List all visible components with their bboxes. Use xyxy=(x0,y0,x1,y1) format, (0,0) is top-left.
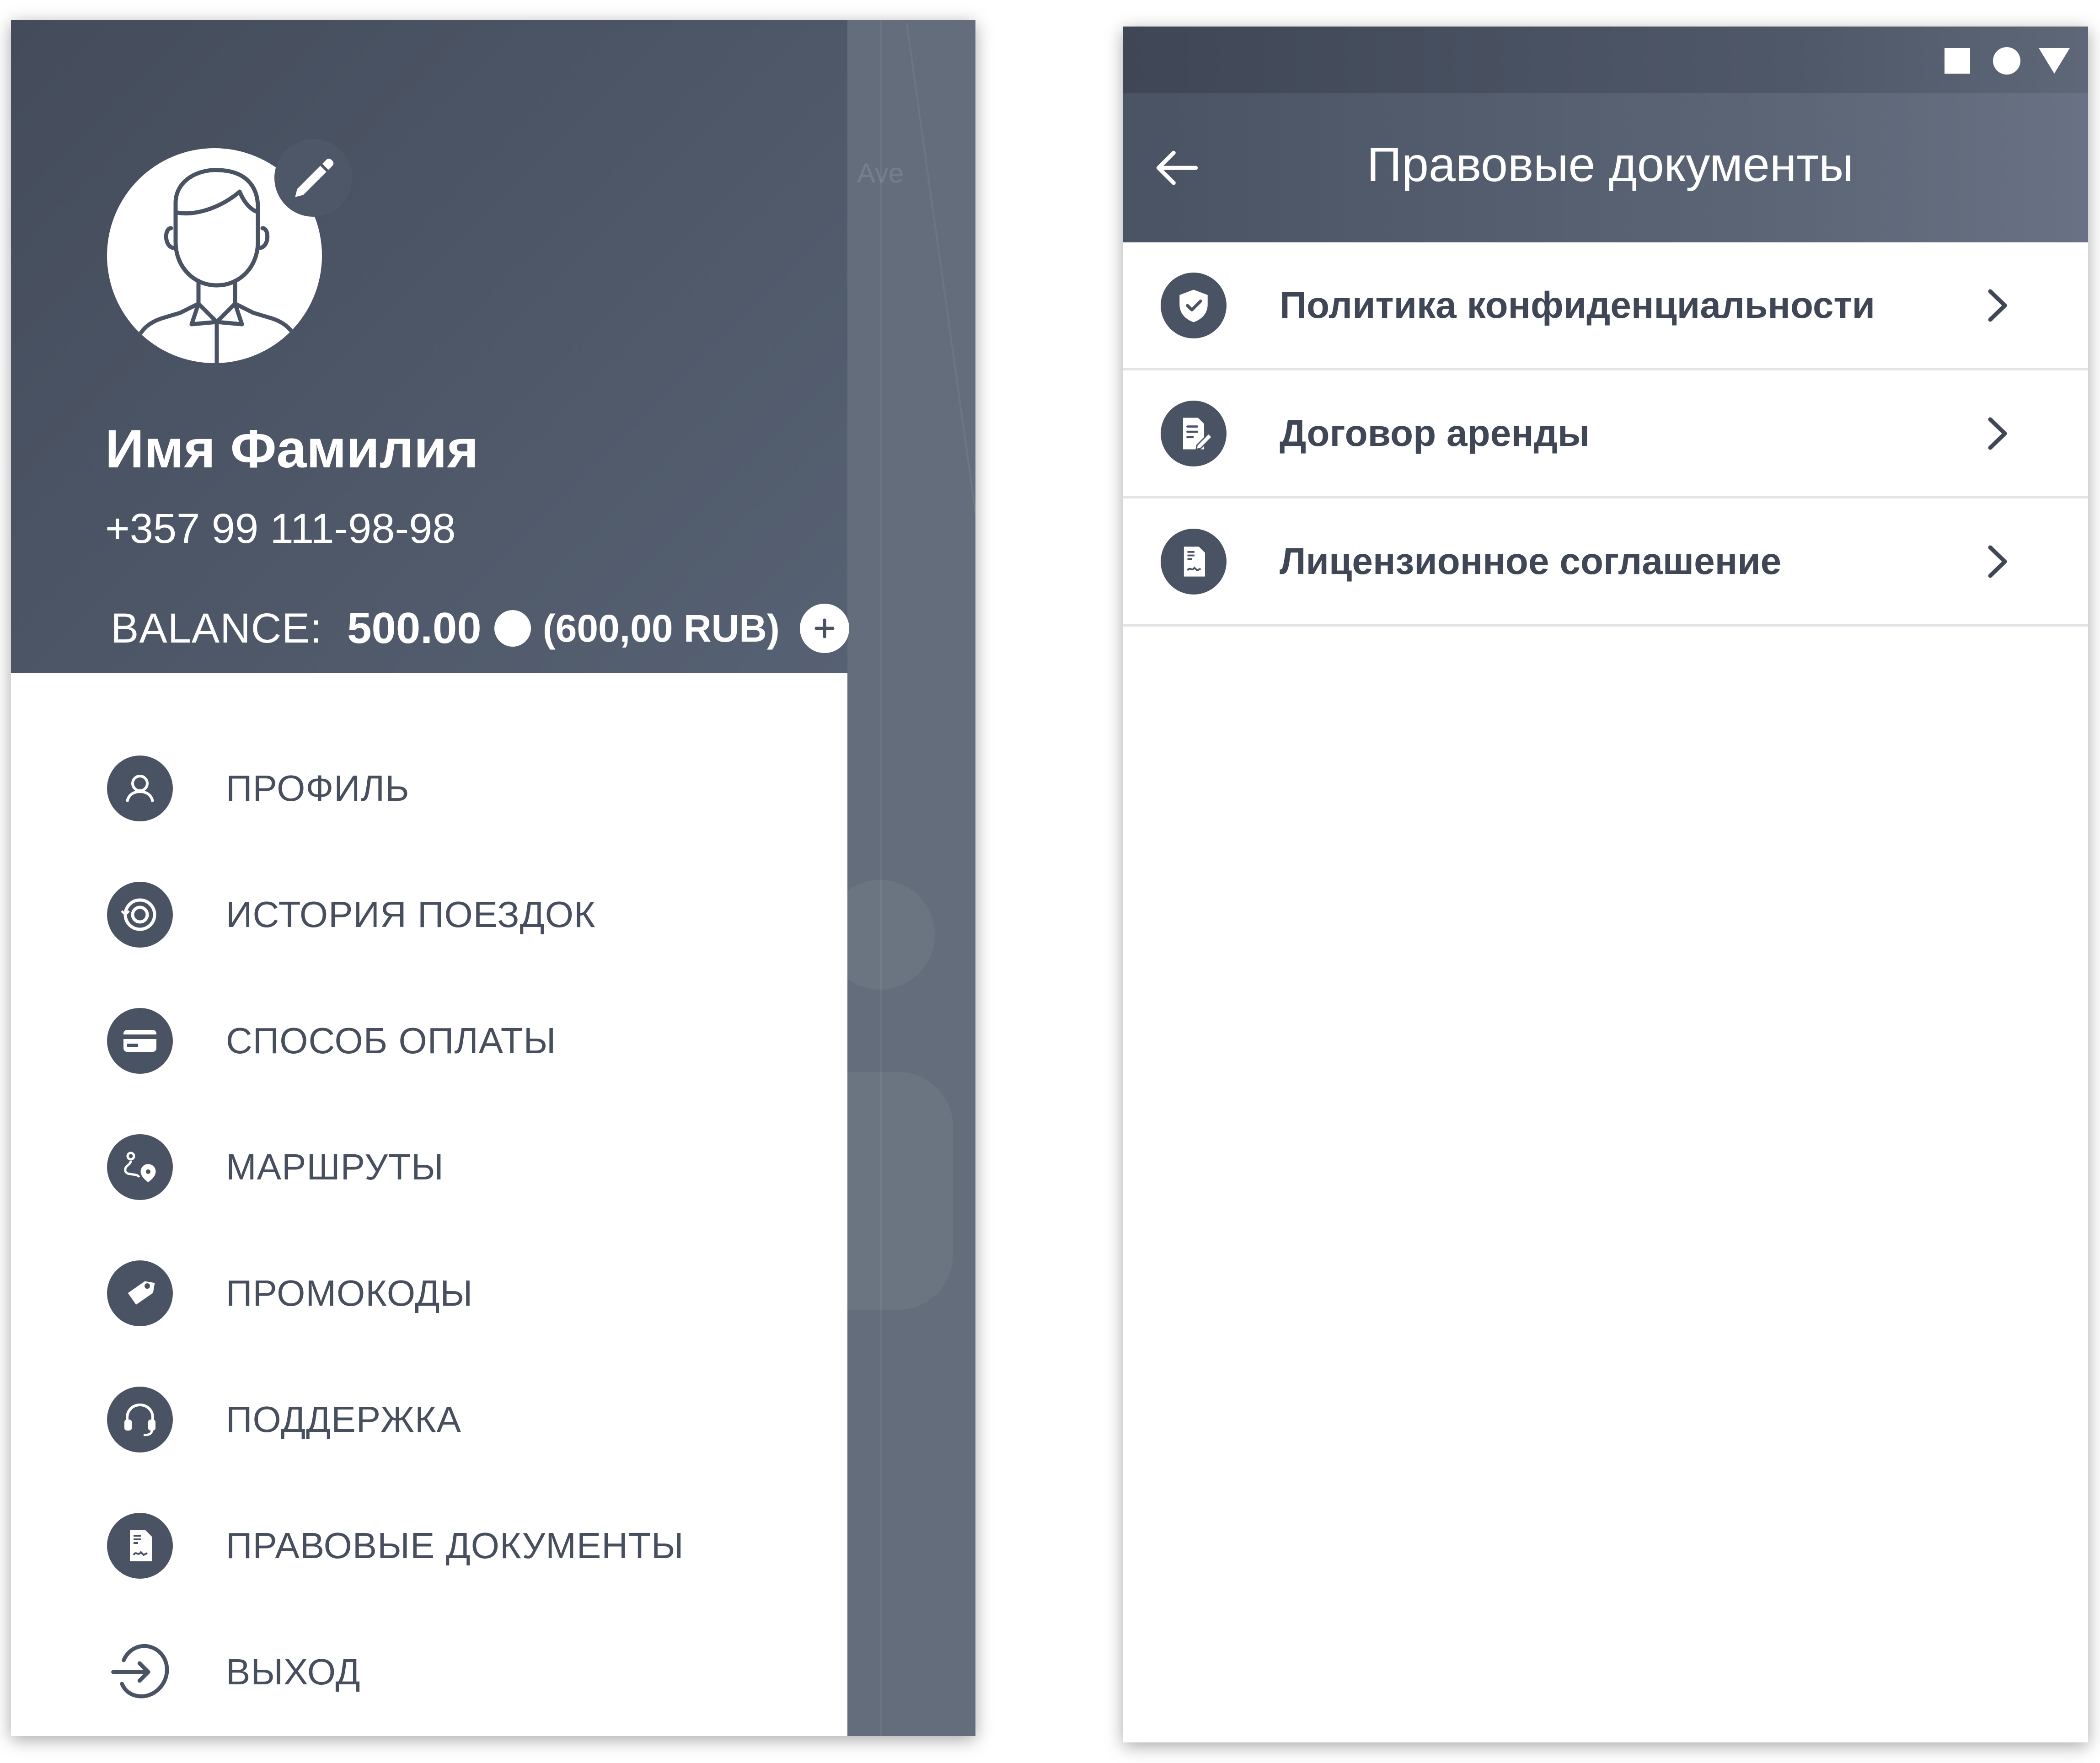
history-icon xyxy=(107,882,173,948)
route-icon xyxy=(107,1134,173,1200)
user-phone: +357 99 111-98-98 xyxy=(105,505,456,552)
pencil-icon xyxy=(295,158,334,197)
menu-item-promocodes[interactable]: ПРОМОКОДЫ xyxy=(107,1248,793,1339)
main-menu-screen: Ave Имя Фамилия +357 99 111-98-98 BALANC… xyxy=(11,20,975,1736)
menu-label-logout: ВЫХОД xyxy=(226,1651,361,1692)
status-square-icon xyxy=(1945,48,1970,74)
menu-item-trip-history[interactable]: ИСТОРИЯ ПОЕЗДОК xyxy=(107,869,793,960)
balance-amount: 500.00 xyxy=(347,604,482,653)
arrow-left-icon xyxy=(1157,150,1198,185)
edit-avatar-button[interactable] xyxy=(274,139,352,217)
menu-item-logout[interactable]: ВЫХОД xyxy=(107,1626,793,1718)
page-title: Правовые документы xyxy=(1366,138,1854,192)
status-icons xyxy=(1945,45,2070,77)
map-street-label: Ave xyxy=(857,158,904,188)
legal-documents-screen: Правовые документы Политика конфиденциал… xyxy=(1123,27,2088,1742)
user-icon xyxy=(107,756,173,821)
menu-item-routes[interactable]: МАРШРУТЫ xyxy=(107,1121,793,1213)
menu-item-profile[interactable]: ПРОФИЛЬ xyxy=(107,743,793,834)
app-bar: Правовые документы xyxy=(1123,93,2088,242)
document-item-rental-agreement[interactable]: Договор аренды xyxy=(1123,370,2088,498)
document-label: Лицензионное соглашение xyxy=(1280,540,1782,582)
menu-item-support[interactable]: ПОДДЕРЖКА xyxy=(107,1374,793,1465)
chevron-right-icon xyxy=(1979,539,2016,584)
headset-icon xyxy=(107,1387,173,1452)
document-label: Политика конфиденциальности xyxy=(1280,284,1875,326)
balance-label: BALANCE: xyxy=(111,605,323,652)
document-item-license-agreement[interactable]: Лицензионное соглашение xyxy=(1123,498,2088,627)
coin-icon xyxy=(494,610,531,647)
back-button[interactable] xyxy=(1147,138,1206,198)
user-name: Имя Фамилия xyxy=(105,419,479,479)
shield-check-icon xyxy=(1161,272,1227,338)
status-triangle-icon xyxy=(2039,48,2070,74)
credit-card-icon xyxy=(107,1008,173,1074)
menu-label-support: ПОДДЕРЖКА xyxy=(226,1399,461,1440)
document-item-privacy-policy[interactable]: Политика конфиденциальности xyxy=(1123,242,2088,370)
document-list: Политика конфиденциальности Договор арен… xyxy=(1123,242,2088,627)
tag-icon xyxy=(107,1260,173,1326)
chevron-right-icon xyxy=(1979,283,2016,328)
map-street xyxy=(880,20,882,1736)
document-edit-icon xyxy=(1161,400,1227,466)
drawer-header: Имя Фамилия +357 99 111-98-98 BALANCE: 5… xyxy=(11,20,849,673)
document-icon xyxy=(107,1513,173,1579)
menu-label-promocodes: ПРОМОКОДЫ xyxy=(226,1273,473,1313)
menu-item-legal-documents[interactable]: ПРАВОВЫЕ ДОКУМЕНТЫ xyxy=(107,1500,793,1592)
menu-label-routes: МАРШРУТЫ xyxy=(226,1147,444,1187)
plus-icon xyxy=(814,618,835,638)
document-icon xyxy=(1161,528,1227,595)
map-street xyxy=(905,22,975,567)
logout-icon xyxy=(107,1639,173,1705)
document-label: Договор аренды xyxy=(1280,412,1590,454)
menu-label-legal-documents: ПРАВОВЫЕ ДОКУМЕНТЫ xyxy=(226,1525,684,1566)
balance-row: BALANCE: 500.00 (600,00 RUB) xyxy=(111,601,849,656)
navigation-drawer: Имя Фамилия +357 99 111-98-98 BALANCE: 5… xyxy=(11,20,849,1736)
menu-label-profile: ПРОФИЛЬ xyxy=(226,768,410,809)
balance-rub: (600,00 RUB) xyxy=(542,606,780,650)
add-balance-button[interactable] xyxy=(799,604,849,653)
menu-item-payment-method[interactable]: СПОСОБ ОПЛАТЫ xyxy=(107,995,793,1087)
menu-label-payment-method: СПОСОБ ОПЛАТЫ xyxy=(226,1020,557,1061)
status-bar xyxy=(1123,27,2088,93)
chevron-right-icon xyxy=(1979,411,2016,456)
menu-label-trip-history: ИСТОРИЯ ПОЕЗДОК xyxy=(226,894,596,935)
status-circle-icon xyxy=(1993,47,2020,75)
